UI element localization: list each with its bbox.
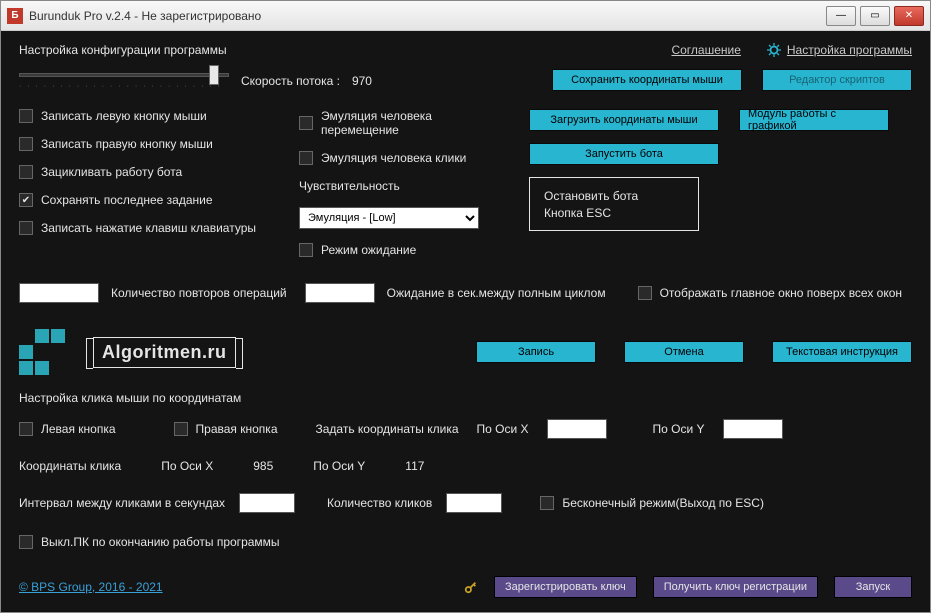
- axis-y-label: По Оси Y: [653, 422, 705, 436]
- gear-icon: [767, 43, 781, 57]
- axis-x-label-2: По Оси X: [161, 459, 213, 473]
- speed-slider[interactable]: · · · · · · · · · · · · · · · · · · · · …: [19, 67, 229, 95]
- graphics-module-button[interactable]: Модуль работы с графикой: [739, 109, 889, 131]
- brand-box: Algoritmen.ru: [93, 337, 236, 368]
- left-btn-checkbox[interactable]: [19, 422, 33, 436]
- emu-move-checkbox[interactable]: [299, 116, 313, 130]
- brand-logo: [19, 329, 65, 375]
- repeat-count-label: Количество повторов операций: [111, 286, 287, 300]
- shutdown-checkbox[interactable]: [19, 535, 33, 549]
- axis-x-label: По Оси X: [477, 422, 529, 436]
- app-icon: Б: [7, 8, 23, 24]
- right-btn-checkbox[interactable]: [174, 422, 188, 436]
- coord-y-value: 117: [405, 459, 424, 473]
- program-settings-link[interactable]: Настройка программы: [787, 43, 912, 57]
- interval-input[interactable]: [239, 493, 295, 513]
- infinite-checkbox[interactable]: [540, 496, 554, 510]
- rec-left-checkbox[interactable]: [19, 109, 33, 123]
- close-button[interactable]: ✕: [894, 6, 924, 26]
- axis-x-input[interactable]: [547, 419, 607, 439]
- sensitivity-label: Чувствительность: [299, 179, 509, 193]
- register-key-button[interactable]: Зарегистрировать ключ: [494, 576, 637, 598]
- config-heading: Настройка конфигурации программы: [19, 43, 227, 57]
- sensitivity-select[interactable]: Эмуляция - [Low]: [299, 207, 479, 229]
- emu-click-checkbox[interactable]: [299, 151, 313, 165]
- key-icon: [464, 580, 478, 594]
- titlebar[interactable]: Б Burunduk Pro v.2.4 - Не зарегистрирова…: [1, 1, 930, 31]
- click-section-heading: Настройка клика мыши по координатам: [19, 391, 912, 405]
- save-last-checkbox[interactable]: [19, 193, 33, 207]
- stop-instructions: Остановить бота Кнопка ESC: [529, 177, 699, 231]
- maximize-button[interactable]: ▭: [860, 6, 890, 26]
- speed-label: Скорость потока :: [241, 74, 340, 88]
- click-count-label: Количество кликов: [327, 496, 432, 510]
- client-area: Настройка конфигурации программы Соглаше…: [1, 31, 930, 612]
- speed-value: 970: [352, 74, 372, 88]
- repeat-count-input[interactable]: [19, 283, 99, 303]
- loop-checkbox[interactable]: [19, 165, 33, 179]
- topmost-checkbox[interactable]: [638, 286, 652, 300]
- launch-button[interactable]: Запуск: [834, 576, 912, 598]
- load-coords-button[interactable]: Загрузить координаты мыши: [529, 109, 719, 131]
- script-editor-button[interactable]: Редактор скриптов: [762, 69, 912, 91]
- set-coords-label: Задать координаты клика: [316, 422, 459, 436]
- click-count-input[interactable]: [446, 493, 502, 513]
- record-button[interactable]: Запись: [476, 341, 596, 363]
- coord-click-label: Координаты клика: [19, 459, 121, 473]
- app-window: Б Burunduk Pro v.2.4 - Не зарегистрирова…: [0, 0, 931, 613]
- axis-y-label-2: По Оси Y: [313, 459, 365, 473]
- save-coords-button[interactable]: Сохранить координаты мыши: [552, 69, 742, 91]
- wait-sec-input[interactable]: [305, 283, 375, 303]
- get-key-button[interactable]: Получить ключ регистрации: [653, 576, 818, 598]
- wait-mode-checkbox[interactable]: [299, 243, 313, 257]
- copyright-link[interactable]: © BPS Group, 2016 - 2021: [19, 580, 163, 594]
- start-bot-button[interactable]: Запустить бота: [529, 143, 719, 165]
- rec-right-checkbox[interactable]: [19, 137, 33, 151]
- interval-label: Интервал между кликами в секундах: [19, 496, 225, 510]
- rec-keys-checkbox[interactable]: [19, 221, 33, 235]
- minimize-button[interactable]: —: [826, 6, 856, 26]
- agreement-link[interactable]: Соглашение: [671, 43, 740, 57]
- text-instruction-button[interactable]: Текстовая инструкция: [772, 341, 912, 363]
- wait-sec-label: Ожидание в сек.между полным циклом: [387, 286, 606, 300]
- axis-y-input[interactable]: [723, 419, 783, 439]
- coord-x-value: 985: [253, 459, 273, 473]
- window-title: Burunduk Pro v.2.4 - Не зарегистрировано: [29, 9, 826, 23]
- cancel-button[interactable]: Отмена: [624, 341, 744, 363]
